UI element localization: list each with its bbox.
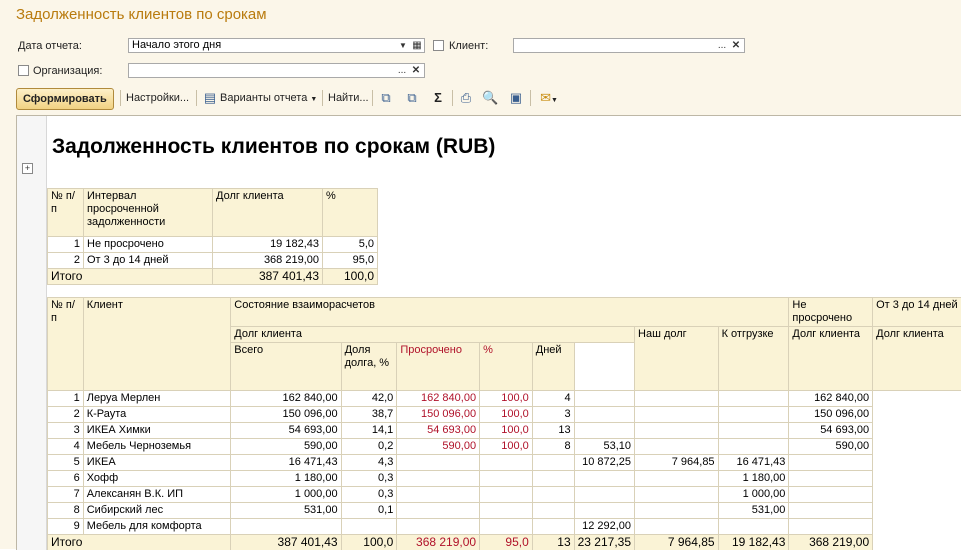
clear-icon[interactable]: ✕ (409, 64, 423, 77)
dropdown-icon[interactable]: ▼ (396, 39, 410, 52)
org-checkbox[interactable] (18, 65, 29, 76)
total-row: Итого 387 401,43 100,0 (48, 269, 378, 285)
org-label: Организация: (33, 65, 102, 77)
date-label: Дата отчета: (18, 40, 82, 52)
save-icon[interactable]: ▣ (508, 90, 524, 106)
col-debt-header: Долг клиента (213, 189, 323, 237)
client-field[interactable]: ... ✕ (513, 38, 745, 53)
col-interval-header: Интервал просроченной задолженности (84, 189, 213, 237)
print-icon[interactable]: ⎙ (458, 90, 474, 106)
client-checkbox[interactable] (433, 40, 444, 51)
table-row: 5ИКЕА16 471,434,310 872,257 964,8516 471… (48, 455, 961, 471)
table-row: 1 Не просрочено 19 182,43 5,0 (48, 237, 378, 253)
table-row: 8Сибирский лес531,000,1531,00 (48, 503, 961, 519)
find-button[interactable]: Найти... (328, 87, 369, 109)
settings-button[interactable]: Настройки... (126, 87, 189, 109)
org-field[interactable]: ... ✕ (128, 63, 425, 78)
table-row: 9Мебель для комфорта12 292,00 (48, 519, 961, 535)
table-row: 1Леруа Мерлен162 840,0042,0162 840,00100… (48, 391, 961, 407)
group-gutter: + (17, 116, 47, 550)
calendar-icon[interactable]: ▦ (410, 39, 424, 52)
table-row: 6Хофф1 180,000,31 180,00 (48, 471, 961, 487)
report-window: Задолженность клиентов по срокам Дата от… (0, 0, 961, 549)
window-title: Задолженность клиентов по срокам (16, 6, 267, 23)
table-row: 7Алексанян В.К. ИП1 000,000,31 000,00 (48, 487, 961, 503)
variants-icon: ▤ (202, 90, 218, 106)
generate-button[interactable]: Сформировать (16, 88, 114, 110)
table-row: 3ИКЕА Химки54 693,0014,154 693,00100,013… (48, 423, 961, 439)
variants-button[interactable]: Варианты отчета ▼ (220, 87, 317, 109)
col-num-header: № п/п (48, 189, 84, 237)
col-pct-header: % (323, 189, 378, 237)
toolbar: Сформировать Настройки... ▤ Варианты отч… (16, 87, 946, 109)
report-area[interactable]: + Задолженность клиентов по срокам (RUB)… (16, 115, 961, 550)
sum-icon[interactable]: Σ (430, 90, 446, 106)
preview-icon[interactable]: 🔍 (482, 90, 498, 106)
clear-icon[interactable]: ✕ (729, 39, 743, 52)
expand-icon[interactable]: + (22, 163, 33, 174)
date-value: Начало этого дня (132, 39, 221, 51)
date-field[interactable]: Начало этого дня ▼ ▦ (128, 38, 425, 53)
select-dots-icon[interactable]: ... (715, 39, 729, 52)
table-row: 2К-Раута150 096,0038,7150 096,00100,0315… (48, 407, 961, 423)
table-row: 4Мебель Черноземья590,000,2590,00100,085… (48, 439, 961, 455)
table-row: 2 От 3 до 14 дней 368 219,00 95,0 (48, 253, 378, 269)
detail-table: № п/п Клиент Состояние взаиморасчетов Не… (47, 297, 961, 550)
paste-icon[interactable]: ⧉ (404, 90, 420, 106)
report-title: Задолженность клиентов по срокам (RUB) (52, 135, 495, 159)
client-label: Клиент: (449, 40, 488, 52)
copy-icon[interactable]: ⧉ (378, 90, 394, 106)
summary-table: № п/п Интервал просроченной задолженност… (47, 188, 378, 285)
mail-icon[interactable]: ✉▼ (536, 90, 562, 106)
select-dots-icon[interactable]: ... (395, 64, 409, 77)
total-row: Итого 387 401,43 100,0 368 219,00 95,0 1… (48, 535, 961, 550)
